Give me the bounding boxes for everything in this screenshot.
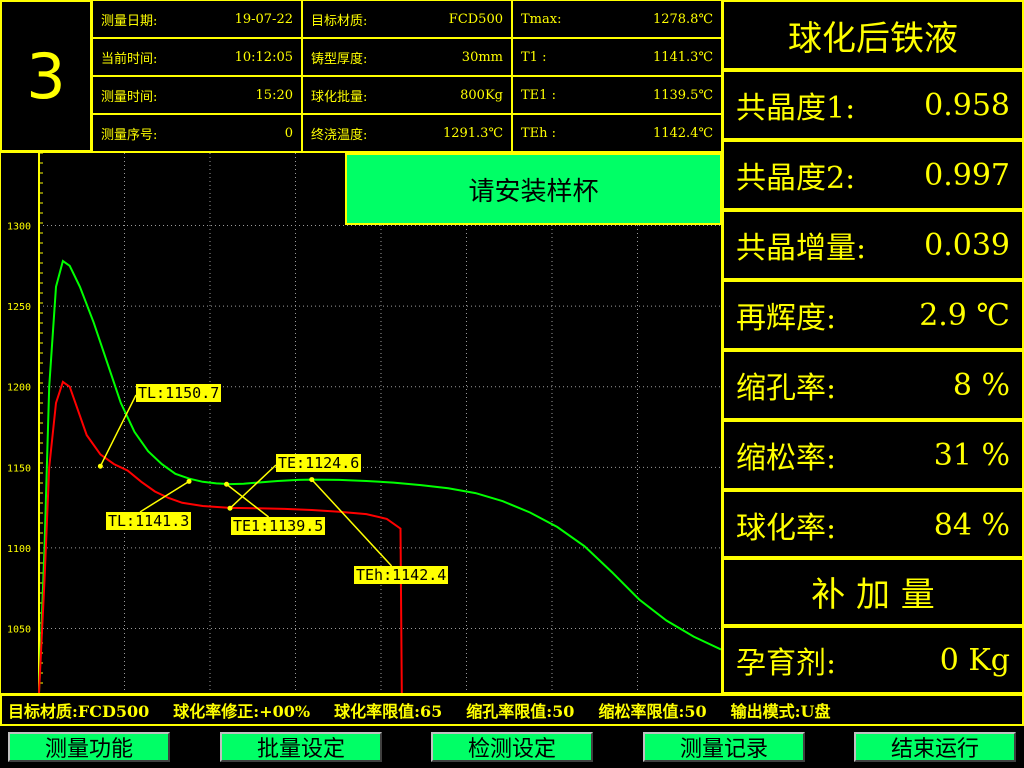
series-red (38, 380, 403, 694)
result-label: 共晶度2: (736, 161, 856, 196)
result-value: 0.958 (924, 87, 1010, 123)
result-row: 球化率: 84 % (722, 490, 1024, 560)
y-tick-label: 1300 (7, 222, 31, 233)
annotation-point (97, 463, 103, 469)
info-cell: TEh : 1142.4℃ (512, 114, 722, 152)
info-value: 15:20 (255, 87, 293, 103)
annotation-label: TEh:1142.4 (356, 566, 446, 584)
y-tick-label: 1250 (7, 302, 31, 313)
info-label: TEh : (521, 125, 557, 141)
setting-item: 输出模式:U盘 (730, 702, 831, 721)
result-label: 共晶度1: (736, 91, 856, 126)
inoculant-value: 0 Kg (939, 642, 1010, 678)
info-cell: 铸型厚度: 30mm (302, 38, 512, 76)
result-value: 0.997 (924, 157, 1010, 193)
result-row: 缩松率: 31 % (722, 420, 1024, 490)
info-label: 测量日期: (101, 13, 158, 29)
result-row: 再辉度: 2.9 ℃ (722, 280, 1024, 350)
chart-svg: 1300 1250 1200 1150 1100 1050 TL:1150.7 TE:1124… (7, 152, 722, 694)
info-value: 800Kg (460, 87, 503, 103)
info-value: 10:12:05 (234, 49, 293, 65)
function-button[interactable]: 结束运行 (854, 732, 1016, 762)
info-cell: 球化批量: 800Kg (302, 76, 512, 114)
info-label: 测量序号: (101, 127, 158, 143)
annotation-point (309, 477, 315, 483)
result-row: 共晶增量: 0.039 (722, 210, 1024, 280)
info-cell: Tmax: 1278.8℃ (512, 0, 722, 38)
info-value: 0 (284, 125, 293, 141)
info-value: 1291.3℃ (442, 125, 503, 141)
info-value: 30mm (461, 49, 503, 65)
setting-item: 目标材质:FCD500 (8, 702, 150, 721)
result-value: 2.9 ℃ (919, 297, 1010, 333)
info-value: FCD500 (448, 11, 503, 27)
settings-bar: 目标材质:FCD500 球化率修正:+00% 球化率限值:65 缩孔率限值:50 缩松率… (0, 694, 1024, 726)
annotation-leader (99, 394, 137, 467)
info-label: 目标材质: (311, 13, 368, 29)
annotation-point (224, 481, 230, 487)
info-label: 终浇温度: (311, 127, 368, 143)
info-value: 19-07-22 (234, 11, 293, 27)
y-tick-label: 1150 (7, 463, 31, 474)
annotation-point (227, 505, 233, 511)
info-label: 球化批量: (311, 89, 368, 105)
result-value: 84 % (933, 507, 1010, 543)
result-label: 缩松率: (736, 441, 837, 476)
result-row: 缩孔率: 8 % (722, 350, 1024, 420)
annotation-point (186, 478, 192, 484)
result-label: 球化率: (736, 511, 837, 546)
status-message: 请安装样杯 (345, 153, 722, 225)
result-row: 共晶度1: 0.958 (722, 70, 1024, 140)
setting-item: 球化率修正:+00% (173, 702, 311, 721)
info-value: 1142.4℃ (652, 125, 713, 141)
annotation-leader (229, 464, 277, 509)
result-label: 共晶增量: (736, 231, 867, 266)
info-label: T1 : (521, 49, 547, 65)
annotation-label: TE:1124.6 (278, 454, 359, 472)
y-tick-label: 1050 (7, 625, 31, 636)
info-cell: TE1 : 1139.5℃ (512, 76, 722, 114)
panel-title: 球化后铁液 (722, 0, 1024, 70)
y-tick-label: 1100 (7, 544, 31, 555)
info-label: 测量时间: (101, 89, 158, 105)
function-button[interactable]: 测量记录 (643, 732, 805, 762)
result-label: 再辉度: (736, 301, 837, 336)
annotation-label: TL:1141.3 (108, 512, 189, 530)
setting-item: 球化率限值:65 (334, 702, 443, 721)
inoculant-label: 孕育剂: (736, 646, 837, 681)
result-label: 缩孔率: (736, 371, 837, 406)
result-value: 31 % (933, 437, 1010, 473)
annotation-label: TL:1150.7 (138, 384, 219, 402)
setting-item: 缩孔率限值:50 (466, 702, 575, 721)
info-value: 1141.3℃ (652, 49, 713, 65)
annotation-leader (226, 483, 270, 518)
result-value: 8 % (952, 367, 1010, 403)
info-cell: T1 : 1141.3℃ (512, 38, 722, 76)
cooling-curve-chart: 1300 1250 1200 1150 1100 1050 TL:1150.7 TE:1124… (0, 152, 722, 694)
result-row: 共晶度2: 0.997 (722, 140, 1024, 210)
y-tick-label: 1200 (7, 383, 31, 394)
annotation-label: TE1:1139.5 (233, 517, 323, 535)
result-value: 0.039 (924, 227, 1010, 263)
info-value: 1278.8℃ (652, 11, 713, 27)
function-button[interactable]: 检测设定 (431, 732, 593, 762)
setting-item: 缩松率限值:50 (598, 702, 707, 721)
inoculant-row: 孕育剂: 0 Kg (722, 626, 1024, 694)
info-value: 1139.5℃ (652, 87, 713, 103)
info-label: Tmax: (521, 11, 562, 27)
info-cell: 当前时间: 10:12:05 (92, 38, 302, 76)
info-label: TE1 : (521, 87, 556, 103)
info-cell: 终浇温度: 1291.3℃ (302, 114, 512, 152)
supplement-title: 补 加 量 (722, 556, 1024, 626)
measure-number: 3 (0, 0, 92, 152)
function-button[interactable]: 测量功能 (8, 732, 170, 762)
info-cell: 测量序号: 0 (92, 114, 302, 152)
info-cell: 测量日期: 19-07-22 (92, 0, 302, 38)
info-cell: 目标材质: FCD500 (302, 0, 512, 38)
info-cell: 测量时间: 15:20 (92, 76, 302, 114)
info-label: 铸型厚度: (311, 51, 368, 67)
info-label: 当前时间: (101, 51, 158, 67)
function-button[interactable]: 批量设定 (220, 732, 382, 762)
